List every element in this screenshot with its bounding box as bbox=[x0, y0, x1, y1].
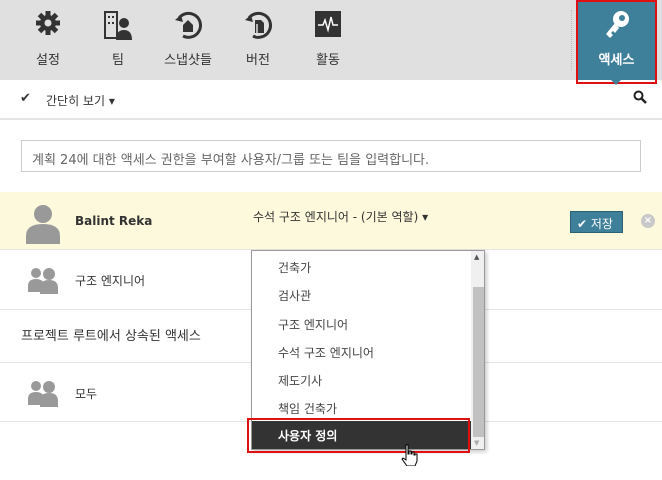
role-option[interactable]: 건축가 bbox=[252, 253, 471, 281]
inherited-heading: 프로젝트 루트에서 상속된 액세스 bbox=[21, 329, 201, 344]
access-button[interactable]: 액세스 bbox=[578, 0, 655, 80]
settings-label: 설정 bbox=[36, 53, 60, 68]
member-name: Balint Reka bbox=[75, 214, 153, 228]
save-label: 저장 bbox=[590, 217, 613, 231]
role-option[interactable]: 검사관 bbox=[252, 281, 471, 309]
key-icon bbox=[606, 11, 629, 38]
team-icon bbox=[104, 11, 132, 40]
activity-label: 활동 bbox=[316, 53, 340, 68]
check-icon: ✔ bbox=[20, 91, 31, 106]
member-name: 구조 엔지니어 bbox=[75, 274, 146, 288]
versions-button[interactable]: 버전 bbox=[223, 0, 293, 80]
snapshots-label: 스냅샷들 bbox=[164, 53, 212, 68]
scrollbar[interactable]: ▲ ▼ bbox=[471, 251, 484, 449]
member-name: 모두 bbox=[75, 387, 98, 401]
role-option[interactable]: 수석 구조 엔지니어 bbox=[252, 338, 471, 366]
settings-button[interactable]: 설정 bbox=[13, 0, 83, 80]
role-dropdown[interactable]: 수석 구조 엔지니어 - (기본 역할) ▾ bbox=[253, 208, 428, 225]
view-mode-label: 간단히 보기 bbox=[46, 94, 106, 108]
role-option-selected[interactable]: 사용자 정의 bbox=[252, 421, 471, 449]
remove-icon[interactable]: × bbox=[641, 214, 655, 228]
snapshots-button[interactable]: 스냅샷들 bbox=[153, 0, 223, 80]
version-icon bbox=[245, 11, 272, 39]
user-search-input[interactable]: 계획 24에 대한 액세스 권한을 부여할 사용자/그룹 또는 팀을 입력합니다… bbox=[21, 140, 641, 172]
check-icon: ✔ bbox=[577, 217, 588, 231]
member-row: Balint Reka 수석 구조 엔지니어 - (기본 역할) ▾ ✔ 저장 … bbox=[0, 192, 662, 250]
view-bar: ✔ 간단히 보기 ▾ bbox=[0, 80, 662, 120]
user-avatar-icon bbox=[26, 205, 60, 244]
hand-cursor-icon bbox=[401, 444, 418, 466]
role-option[interactable]: 제도기사 bbox=[252, 366, 471, 394]
activity-icon bbox=[315, 11, 341, 37]
caret-down-icon: ▾ bbox=[422, 210, 429, 224]
role-option[interactable]: 구조 엔지니어 bbox=[252, 310, 471, 338]
group-icon bbox=[28, 268, 58, 294]
toolbar-divider bbox=[571, 10, 572, 70]
gear-icon bbox=[36, 11, 60, 35]
role-label: 수석 구조 엔지니어 - (기본 역할) bbox=[253, 210, 419, 224]
scroll-down-icon[interactable]: ▼ bbox=[474, 439, 479, 447]
caret-down-icon: ▾ bbox=[108, 94, 115, 108]
view-mode-dropdown[interactable]: 간단히 보기 ▾ bbox=[46, 92, 115, 109]
scrollbar-thumb[interactable] bbox=[473, 287, 484, 437]
versions-label: 버전 bbox=[246, 53, 270, 68]
search-icon[interactable] bbox=[633, 90, 647, 104]
group-icon bbox=[28, 381, 58, 407]
save-button[interactable]: ✔ 저장 bbox=[570, 211, 623, 233]
team-button[interactable]: 팀 bbox=[83, 0, 153, 80]
role-option[interactable]: 책임 건축가 bbox=[252, 394, 471, 422]
snapshot-icon bbox=[175, 11, 202, 39]
toolbar: 설정 팀 스냅샷들 버전 활동 액세스 bbox=[0, 0, 662, 84]
role-options-list[interactable]: 건축가 검사관 구조 엔지니어 수석 구조 엔지니어 제도기사 책임 건축가 사… bbox=[251, 250, 485, 450]
scroll-up-icon[interactable]: ▲ bbox=[474, 253, 479, 261]
activity-button[interactable]: 활동 bbox=[293, 0, 363, 80]
team-label: 팀 bbox=[112, 53, 124, 68]
access-label: 액세스 bbox=[598, 53, 635, 68]
